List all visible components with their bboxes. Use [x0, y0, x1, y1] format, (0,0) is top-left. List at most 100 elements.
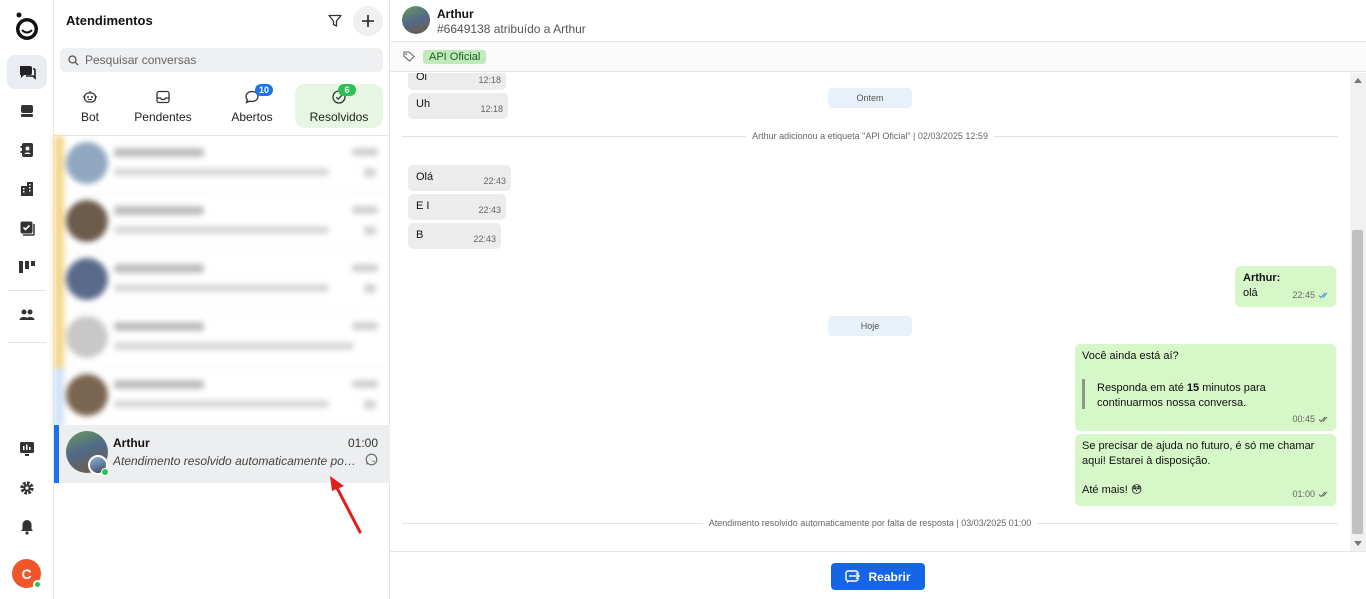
message-list[interactable]: Oi 12:18 Uh 12:18 Ontem Arthur adicionou…	[390, 73, 1350, 551]
app-logo-icon[interactable]	[13, 12, 41, 42]
panel-title: Atendimentos	[66, 13, 153, 28]
nav-kanban[interactable]	[7, 250, 47, 284]
tab-pendentes[interactable]: Pendentes	[126, 84, 200, 128]
incoming-message: Olá 22:43	[408, 165, 511, 191]
delivered-receipt-icon	[1318, 491, 1328, 498]
message-text: aqui! Estarei à disposição.	[1082, 455, 1211, 467]
message-time: 22:43	[473, 234, 496, 244]
chat-area: Arthur #6649138 atribuído a Arthur API O…	[390, 0, 1366, 599]
contact-avatar[interactable]	[402, 6, 430, 34]
read-receipt-icon	[1318, 292, 1328, 299]
nav-notifications[interactable]	[7, 510, 47, 544]
message-text: Se precisar de ajuda no futuro, é só me …	[1082, 440, 1315, 452]
message-text: olá	[1243, 287, 1258, 299]
nav-contacts[interactable]	[7, 133, 47, 167]
filter-icon	[328, 14, 342, 27]
user-initial: C	[21, 565, 32, 582]
chat-icon	[20, 66, 36, 80]
status-tabs: Bot Pendentes 10 Abertos 6 Resolvidos	[54, 82, 390, 130]
reopen-label: Reabrir	[868, 569, 911, 584]
tab-label: Abertos	[231, 110, 273, 124]
message-sender: Arthur:	[1243, 272, 1281, 284]
outgoing-message: Arthur: olá 22:45	[1235, 266, 1336, 307]
tab-abertos[interactable]: 10 Abertos	[221, 84, 283, 128]
redacted-conversation-rows	[54, 136, 390, 426]
message-text: Uh	[416, 98, 431, 110]
contacts-icon	[20, 143, 33, 157]
system-event-line: Atendimento resolvido automaticamente po…	[402, 516, 1339, 530]
nav-dashboard[interactable]	[7, 432, 47, 466]
search-input[interactable]	[85, 53, 365, 67]
conversation-list-panel: Atendimentos Bot Pendentes 10 Abertos	[54, 0, 390, 599]
incoming-message: B 22:43	[408, 223, 501, 249]
tab-label: Resolvidos	[309, 110, 369, 124]
building-icon	[21, 182, 33, 196]
system-event-text: Arthur adicionou a etiqueta "API Oficial…	[752, 131, 988, 141]
team-icon	[19, 309, 35, 320]
message-time: 22:45	[1292, 290, 1315, 300]
rail-divider	[8, 290, 46, 291]
scroll-down-arrow-icon[interactable]	[1354, 541, 1362, 546]
tag-icon[interactable]	[403, 51, 416, 62]
system-event-line: Arthur adicionou a etiqueta "API Oficial…	[402, 129, 1339, 143]
nav-settings[interactable]	[7, 471, 47, 505]
conversation-tag[interactable]: API Oficial	[423, 50, 487, 64]
outgoing-message: Se precisar de ajuda no futuro, é só me …	[1075, 434, 1336, 506]
incoming-message: Oi 12:18	[408, 73, 506, 90]
tab-resolvidos[interactable]: 6 Resolvidos	[295, 84, 383, 128]
bot-icon	[83, 91, 97, 103]
reopen-icon	[845, 569, 861, 583]
quoted-text: continuarmos nossa conversa.	[1097, 397, 1247, 409]
conversation-time: 01:00	[347, 436, 378, 450]
rail-divider	[8, 342, 46, 343]
message-text: E I	[416, 200, 430, 212]
tab-label: Pendentes	[134, 110, 192, 124]
incoming-message: E I 22:43	[408, 194, 506, 220]
bell-icon	[21, 520, 33, 535]
outgoing-message: Você ainda está aí? Responda em até 15 m…	[1075, 344, 1336, 431]
conversation-row[interactable]	[54, 252, 390, 310]
date-separator: Hoje	[828, 316, 912, 336]
quoted-text: Responda em até 15 minutos para	[1097, 382, 1266, 394]
message-text: Você ainda está aí?	[1082, 350, 1179, 362]
new-conversation-button[interactable]	[353, 6, 383, 36]
message-text: B	[416, 229, 424, 241]
dashboard-icon	[20, 442, 34, 456]
message-text: Até mais! 😳	[1082, 484, 1143, 496]
scroll-up-arrow-icon[interactable]	[1354, 78, 1362, 83]
annotation-arrow-icon	[330, 476, 362, 534]
system-event-text: Atendimento resolvido automaticamente po…	[708, 518, 1032, 528]
conversation-preview: Atendimento resolvido automaticamente po…	[113, 454, 358, 468]
conversation-name: Arthur	[113, 436, 150, 450]
tags-bar: API Oficial	[390, 42, 1366, 72]
quote-bar	[1082, 379, 1085, 409]
selected-indicator	[54, 425, 59, 483]
conversation-row[interactable]	[54, 194, 390, 252]
message-text: Oi	[416, 73, 427, 83]
tasks-icon	[20, 221, 35, 236]
reopen-button[interactable]: Reabrir	[831, 563, 925, 590]
user-avatar[interactable]: C	[12, 559, 42, 589]
message-time: 00:45	[1292, 414, 1315, 424]
message-scrollbar[interactable]	[1350, 73, 1366, 551]
message-time: 22:43	[478, 205, 501, 215]
nav-tasks[interactable]	[7, 211, 47, 245]
conversation-row[interactable]	[54, 310, 390, 368]
filter-button[interactable]	[324, 10, 346, 32]
conversation-row[interactable]	[54, 136, 390, 194]
nav-chats[interactable]	[7, 55, 47, 89]
resolvidos-count-badge: 6	[338, 84, 356, 96]
nav-companies[interactable]	[7, 172, 47, 206]
tab-bot[interactable]: Bot	[66, 84, 114, 128]
nav-inbox[interactable]	[7, 94, 47, 128]
conversation-row[interactable]	[54, 368, 390, 426]
inbox-tray-icon	[156, 90, 170, 104]
nav-team[interactable]	[7, 298, 47, 332]
search-bar[interactable]	[60, 48, 383, 72]
contact-name[interactable]: Arthur	[437, 7, 474, 21]
online-status-dot	[33, 580, 42, 589]
search-icon	[68, 54, 79, 65]
scroll-thumb[interactable]	[1352, 230, 1363, 534]
whatsapp-icon	[365, 453, 378, 469]
inbox-icon	[21, 105, 33, 117]
